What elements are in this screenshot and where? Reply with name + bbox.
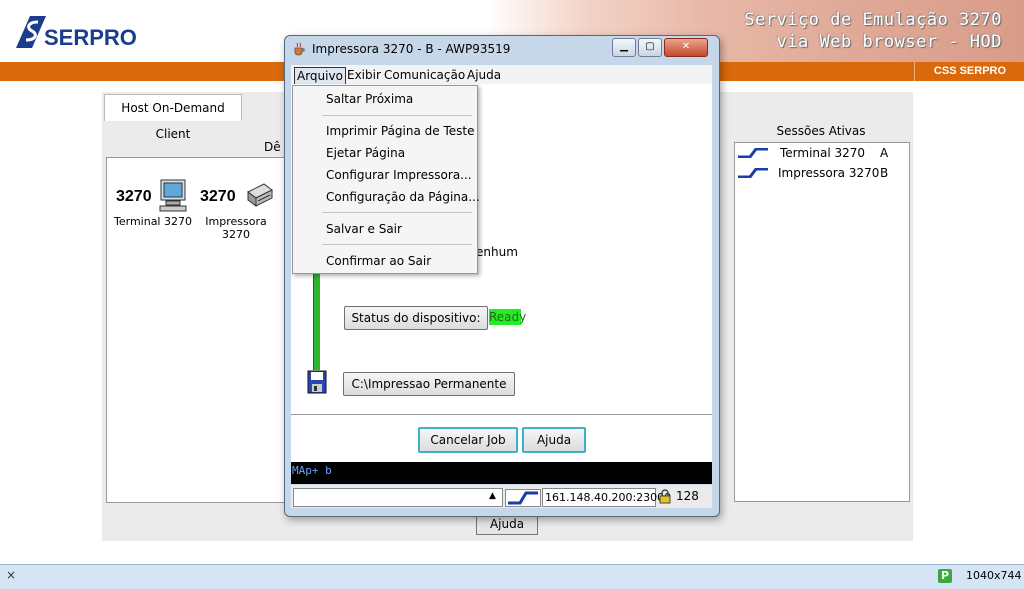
session-name: Impressora 3270 xyxy=(778,166,880,180)
serpro-logo-icon xyxy=(16,16,46,48)
menu-item-configuracao-pagina[interactable]: Configuração da Página... xyxy=(326,190,480,204)
terminal-status-line xyxy=(291,462,712,484)
combo-arrow-icon[interactable]: ▲ xyxy=(484,488,501,505)
config-label: Dê xyxy=(264,140,281,154)
minimize-button[interactable]: ▁ xyxy=(612,38,636,57)
menu-separator xyxy=(322,115,472,116)
menu-ajuda[interactable]: Ajuda xyxy=(467,67,501,83)
active-session-row[interactable]: Terminal 3270 A xyxy=(736,144,906,162)
menu-item-saltar-proxima[interactable]: Saltar Próxima xyxy=(326,92,413,106)
menu-item-confirmar-sair[interactable]: Confirmar ao Sair xyxy=(326,254,431,268)
menu-separator xyxy=(322,244,472,245)
floppy-disk-icon xyxy=(307,370,327,394)
session-connected-icon xyxy=(738,168,768,178)
session-label: Terminal 3270 xyxy=(114,215,192,228)
session-id: A xyxy=(880,146,889,160)
active-sessions-panel xyxy=(734,142,910,502)
serpro-logo-text: SERPRO xyxy=(44,25,137,50)
session-name: Terminal 3270 xyxy=(780,146,866,160)
bottom-taskbar xyxy=(0,564,1024,589)
menu-comunicacao[interactable]: Comunicação xyxy=(384,67,465,83)
menu-item-ejetar-pagina[interactable]: Ejetar Página xyxy=(326,146,405,160)
menu-item-imprimir-teste[interactable]: Imprimir Página de Teste xyxy=(326,124,475,138)
menu-exibir[interactable]: Exibir xyxy=(347,67,381,83)
session-id: B xyxy=(880,166,889,180)
menu-item-salvar-sair[interactable]: Salvar e Sair xyxy=(326,222,402,236)
dialog-help-button[interactable]: Ajuda xyxy=(522,427,586,453)
cancel-job-button[interactable]: Cancelar Job xyxy=(418,427,518,453)
active-session-row[interactable]: Impressora 3270 B xyxy=(736,164,906,182)
java-cup-icon xyxy=(294,42,305,56)
lock-icon xyxy=(659,489,671,504)
session-label-line2: 3270 xyxy=(222,228,250,241)
partial-status-text: enhum xyxy=(476,245,518,259)
terminal-text: MAp+ b xyxy=(292,464,332,477)
session-number: 3270 xyxy=(200,188,236,205)
tab-host-on-demand[interactable]: Host On-Demand Client xyxy=(104,94,242,141)
device-status-value: Ready xyxy=(489,309,527,325)
terminal-monitor-icon xyxy=(159,179,187,212)
session-icon-terminal[interactable]: 3270 Terminal 3270 xyxy=(112,178,194,228)
macro-combo[interactable] xyxy=(293,488,503,507)
session-number: 3270 xyxy=(116,188,152,205)
menu-separator xyxy=(322,212,472,213)
session-label: Impressora xyxy=(205,215,267,228)
menu-arquivo[interactable]: Arquivo xyxy=(294,67,346,85)
printer-icon xyxy=(247,183,273,207)
active-sessions-title: Sessões Ativas xyxy=(776,124,866,138)
banner-title-line2: via Web browser - HOD xyxy=(776,32,1002,52)
window-title: Impressora 3270 - B - AWP93519 xyxy=(312,42,511,56)
device-status-button[interactable]: Status do dispositivo: xyxy=(344,306,488,330)
close-icon[interactable]: × xyxy=(6,568,16,582)
banner-title-line1: Serviço de Emulação 3270 xyxy=(744,10,1002,30)
encryption-level: 128 xyxy=(676,489,699,503)
session-icon-printer[interactable]: 3270 Impressora 3270 xyxy=(196,178,276,241)
css-serpro-link[interactable]: CSS SERPRO xyxy=(914,62,1024,81)
host-address: 161.148.40.200:23000 xyxy=(542,488,671,507)
connection-status-icon xyxy=(505,489,541,507)
button-separator xyxy=(291,414,712,415)
maximize-button[interactable]: ▢ xyxy=(638,38,662,57)
output-path-button[interactable]: C:\Impressao Permanente xyxy=(343,372,515,396)
menu-item-configurar-impressora[interactable]: Configurar Impressora... xyxy=(326,168,472,182)
screen-resolution: 1040x744 xyxy=(966,569,1022,582)
close-button[interactable]: ✕ xyxy=(664,38,708,57)
session-connected-icon xyxy=(738,148,768,158)
p-badge-icon[interactable]: P xyxy=(938,569,952,583)
